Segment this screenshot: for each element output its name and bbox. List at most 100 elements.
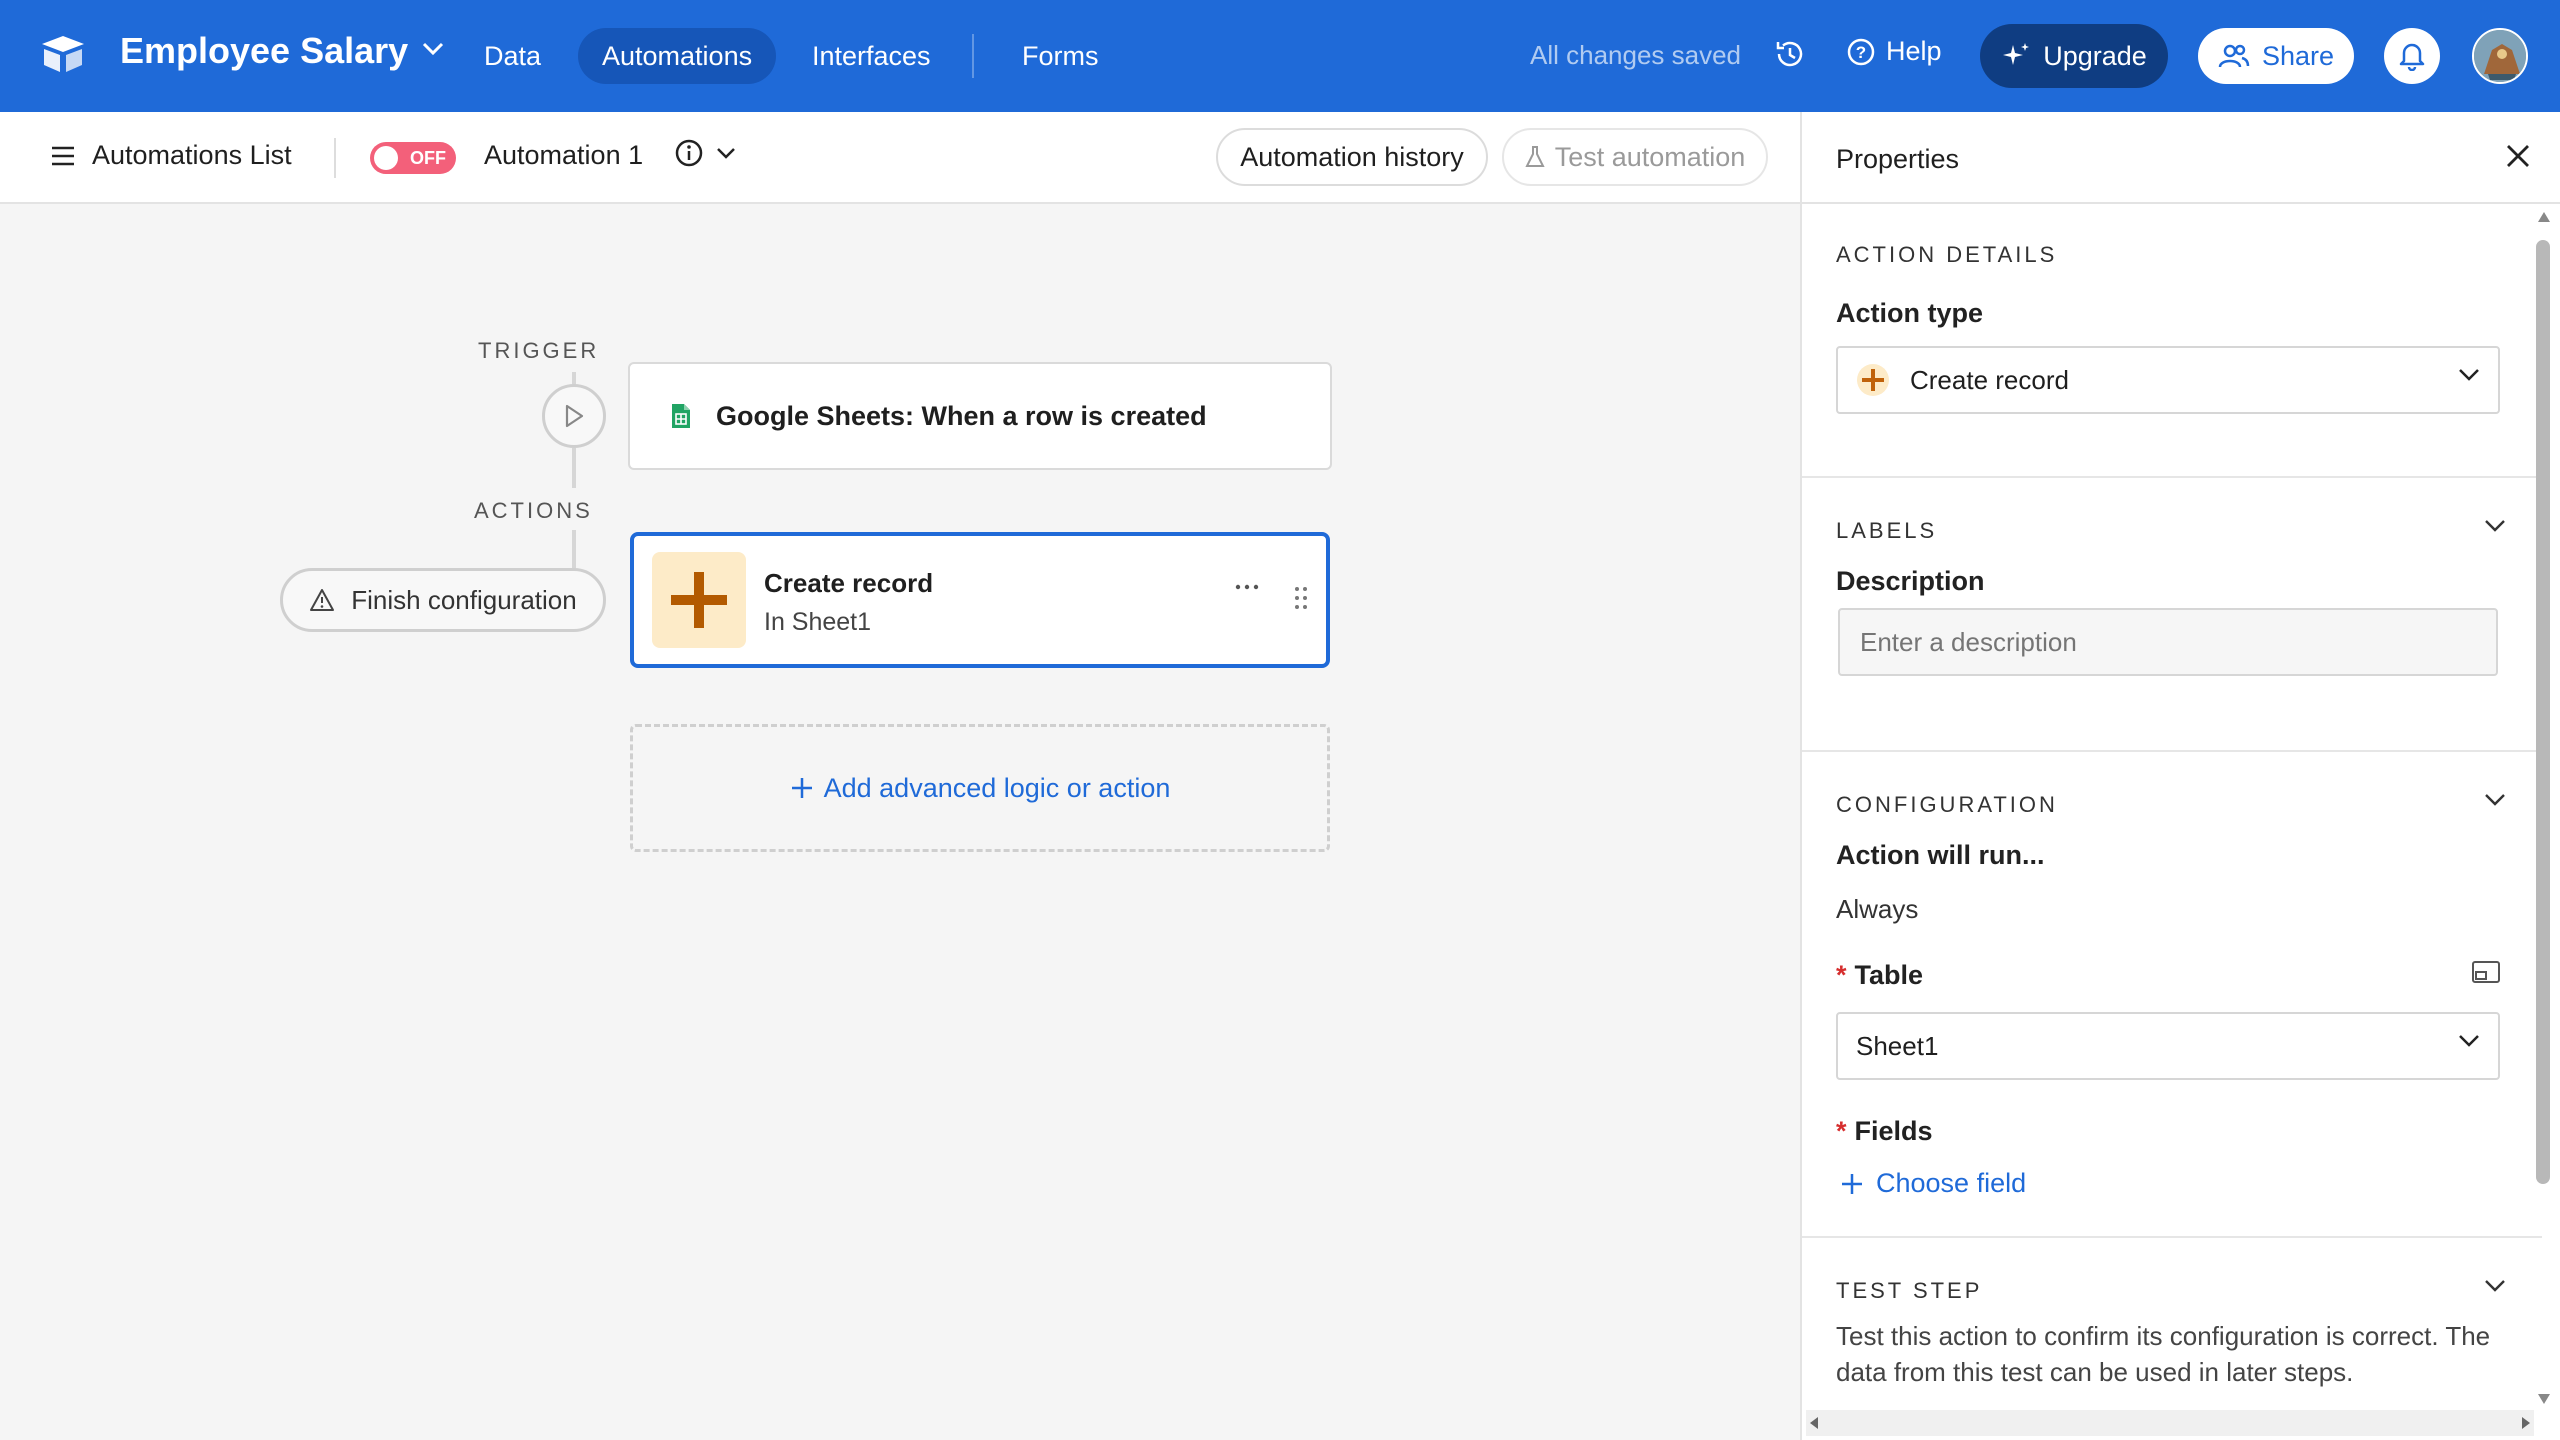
play-icon	[565, 404, 584, 428]
table-value: Sheet1	[1856, 1030, 1939, 1061]
choose-field-label: Choose field	[1876, 1168, 2027, 1198]
action-details-heading: ACTION DETAILS	[1836, 242, 2058, 267]
share-label: Share	[2261, 40, 2335, 71]
chevron-down-icon	[423, 42, 444, 56]
flow-connector	[572, 530, 576, 570]
nav-tab-label: Automations	[602, 40, 753, 71]
scrollbar-thumb[interactable]	[2536, 240, 2550, 1184]
fields-label: Fields	[1854, 1116, 1933, 1146]
scroll-left-arrow-icon[interactable]	[1806, 1414, 1824, 1432]
save-status: All changes saved	[1530, 40, 1742, 70]
revision-history-icon[interactable]	[1772, 36, 1808, 72]
bell-icon	[2399, 43, 2425, 71]
chevron-down-icon[interactable]	[2482, 786, 2508, 812]
nav-tab-forms[interactable]: Forms	[998, 28, 1123, 84]
help-button[interactable]: ? Help	[1846, 36, 1942, 67]
action-type-label: Action type	[1836, 298, 1984, 328]
plus-icon	[671, 572, 727, 628]
add-logic-or-action-button[interactable]: Add advanced logic or action	[630, 724, 1330, 852]
share-button[interactable]: Share	[2198, 28, 2354, 84]
expand-record-icon[interactable]	[2470, 958, 2502, 986]
automation-history-label: Automation history	[1240, 141, 1464, 172]
automation-toolbar: Automations List OFF Automation 1 Automa…	[0, 112, 1800, 204]
table-label: Table	[1854, 960, 1924, 990]
base-name: Employee Salary	[120, 30, 409, 71]
automations-list-label: Automations List	[92, 140, 292, 170]
people-icon	[2218, 44, 2250, 68]
section-divider	[1802, 1236, 2542, 1238]
nav-tab-interfaces[interactable]: Interfaces	[788, 28, 955, 84]
chevron-down-icon	[717, 148, 735, 159]
automation-name[interactable]: Automation 1	[484, 140, 643, 171]
help-circle-icon: ?	[1847, 38, 1875, 65]
flask-icon	[1525, 146, 1545, 167]
action-will-run-value: Always	[1836, 894, 1919, 924]
base-name-dropdown[interactable]: Employee Salary	[120, 30, 444, 72]
run-trigger-button[interactable]	[542, 384, 606, 448]
labels-heading: LABELS	[1836, 518, 1938, 543]
trigger-card[interactable]: Google Sheets: When a row is created	[628, 362, 1332, 470]
create-record-icon-tile	[652, 552, 746, 648]
upgrade-button[interactable]: Upgrade	[1980, 24, 2168, 88]
description-input[interactable]	[1838, 608, 2498, 676]
table-select[interactable]: Sheet1	[1836, 1012, 2500, 1080]
chevron-down-icon[interactable]	[2482, 1272, 2508, 1298]
user-avatar[interactable]	[2472, 28, 2528, 84]
test-automation-button[interactable]: Test automation	[1502, 128, 1768, 186]
section-divider	[1802, 750, 2542, 752]
drag-handle-icon[interactable]	[1294, 586, 1308, 610]
automations-list-button[interactable]: Automations List	[50, 140, 292, 171]
chevron-down-icon	[2459, 1035, 2479, 1047]
toggle-knob	[374, 146, 398, 170]
automation-info-dropdown[interactable]	[674, 138, 736, 168]
action-subtitle: In Sheet1	[764, 608, 872, 636]
finish-configuration-button[interactable]: Finish configuration	[280, 568, 606, 632]
nav-divider	[972, 34, 974, 78]
plus-icon	[1842, 1173, 1862, 1194]
action-type-value: Create record	[1910, 364, 2069, 395]
action-title: Create record	[764, 568, 934, 598]
nav-tab-label: Data	[484, 40, 542, 71]
test-step-description: Test this action to confirm its configur…	[1836, 1321, 2491, 1387]
automation-on-off-toggle[interactable]: OFF	[370, 142, 456, 174]
close-icon[interactable]	[2502, 140, 2534, 172]
nav-tab-label: Interfaces	[812, 40, 931, 71]
help-label: Help	[1886, 36, 1942, 66]
toolbar-divider	[334, 138, 336, 178]
app-logo-icon[interactable]	[40, 34, 86, 74]
finish-configuration-label: Finish configuration	[351, 584, 577, 615]
nav-tab-automations[interactable]: Automations	[578, 28, 777, 84]
required-marker: *	[1836, 1116, 1847, 1146]
upgrade-label: Upgrade	[2043, 40, 2147, 71]
scroll-right-arrow-icon[interactable]	[2516, 1414, 2534, 1432]
action-type-select[interactable]: Create record	[1836, 346, 2500, 414]
action-will-run-label: Action will run...	[1836, 840, 2045, 870]
google-sheets-icon	[672, 404, 690, 428]
notifications-button[interactable]	[2384, 28, 2440, 84]
nav-tab-data[interactable]: Data	[460, 28, 565, 84]
flow-connector	[572, 448, 576, 488]
table-field-label: * Table	[1836, 960, 1923, 991]
panel-horizontal-scrollbar[interactable]	[1806, 1410, 2534, 1436]
add-logic-label: Add advanced logic or action	[823, 772, 1171, 803]
choose-field-button[interactable]: Choose field	[1840, 1168, 2026, 1199]
more-options-icon[interactable]	[1234, 582, 1260, 592]
info-icon	[675, 139, 703, 167]
description-label: Description	[1836, 566, 1985, 596]
trigger-title: Google Sheets: When a row is created	[716, 400, 1207, 431]
plus-icon	[1857, 364, 1889, 396]
action-card-create-record[interactable]: Create record In Sheet1	[630, 532, 1330, 668]
panel-title: Properties	[1836, 144, 1960, 174]
fields-field-label: * Fields	[1836, 1116, 1933, 1147]
chevron-down-icon[interactable]	[2482, 512, 2508, 538]
section-divider	[1802, 476, 2542, 478]
warning-icon	[310, 589, 335, 611]
automation-history-button[interactable]: Automation history	[1216, 128, 1488, 186]
hamburger-menu-icon	[52, 146, 74, 165]
top-navigation-bar: Employee Salary Data Automations Interfa…	[0, 0, 2560, 112]
nav-tab-label: Forms	[1022, 40, 1099, 71]
automation-canvas: TRIGGER ACTIONS Google Sheets: When a ro…	[0, 204, 1800, 1440]
test-automation-label: Test automation	[1554, 141, 1746, 172]
actions-section-label: ACTIONS	[474, 498, 593, 523]
chevron-down-icon	[2459, 369, 2479, 381]
